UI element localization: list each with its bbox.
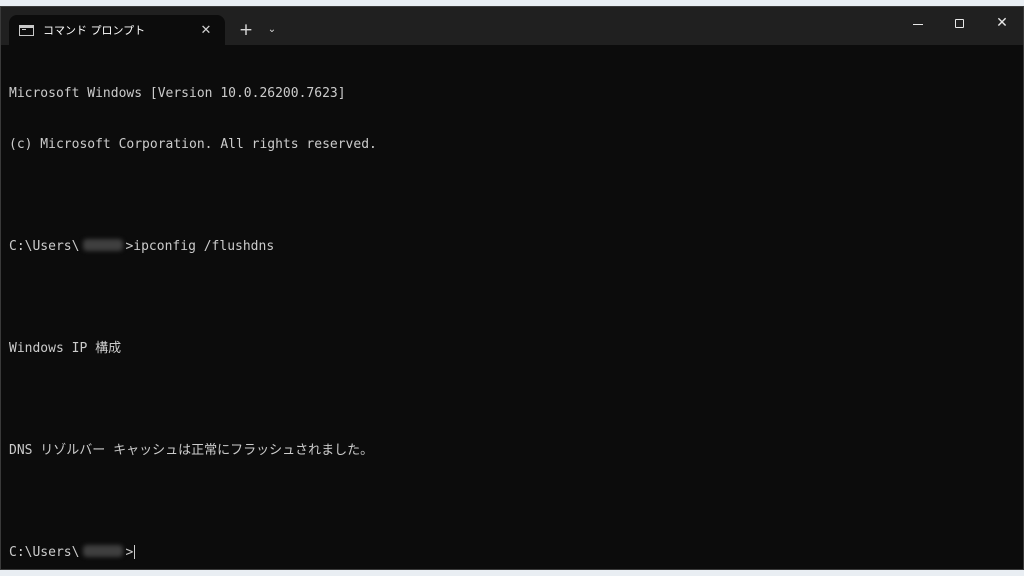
terminal-window: コマンド プロンプト ✕ + ⌄ ✕ Microsoft Windows [Ve…: [0, 6, 1024, 570]
console-output[interactable]: Microsoft Windows [Version 10.0.26200.76…: [9, 51, 1015, 569]
minimize-icon: [913, 24, 923, 25]
text-cursor: [134, 545, 136, 559]
tab-dropdown-icon[interactable]: ⌄: [263, 21, 281, 39]
close-tab-icon[interactable]: ✕: [197, 23, 215, 38]
new-tab-button[interactable]: +: [237, 21, 255, 39]
close-window-button[interactable]: ✕: [981, 7, 1023, 41]
console-line: DNS リゾルバー キャッシュは正常にフラッシュされました。: [9, 443, 374, 458]
close-icon: ✕: [996, 15, 1008, 31]
prompt-prefix: C:\Users\: [9, 545, 80, 560]
tab-title: コマンド プロンプト: [43, 24, 146, 37]
prompt-suffix: >: [125, 545, 134, 560]
prompt-prefix: C:\Users\: [9, 239, 80, 254]
minimize-button[interactable]: [897, 7, 939, 41]
maximize-icon: [955, 19, 964, 28]
prompt-line: C:\Users\ >ipconfig /flushdns: [9, 238, 1015, 255]
redacted-username: [83, 239, 124, 251]
tab-command-prompt[interactable]: コマンド プロンプト ✕: [9, 15, 225, 45]
console-line: (c) Microsoft Corporation. All rights re…: [9, 137, 377, 152]
console-icon: [19, 24, 34, 36]
command-text: ipconfig /flushdns: [133, 239, 275, 254]
redacted-username: [83, 545, 124, 557]
prompt-line-current[interactable]: C:\Users\ >: [9, 544, 1015, 561]
maximize-button[interactable]: [939, 7, 981, 41]
title-bar[interactable]: コマンド プロンプト ✕ + ⌄ ✕: [1, 7, 1023, 45]
console-line: Windows IP 構成: [9, 341, 122, 356]
console-line: Microsoft Windows [Version 10.0.26200.76…: [9, 86, 346, 101]
